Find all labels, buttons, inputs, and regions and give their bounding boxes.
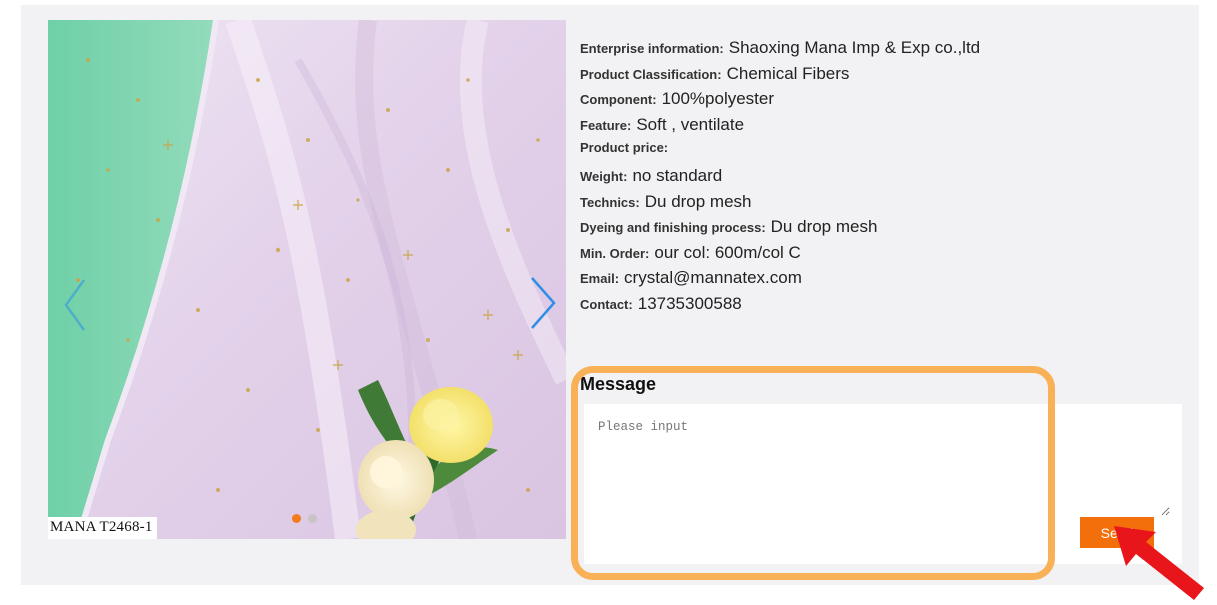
info-row-technics: Technics: Du drop mesh	[580, 192, 1190, 218]
carousel-dot-1[interactable]	[292, 514, 301, 523]
info-label: Component	[580, 92, 653, 108]
info-value: no standard	[632, 165, 723, 185]
chevron-left-icon	[64, 279, 86, 331]
info-row-email: Email: crystal@mannatex.com	[580, 268, 1190, 294]
info-label: Weight	[580, 168, 624, 184]
image-caption: MANA T2468-1	[48, 517, 157, 539]
info-row-component: Component:100%polyester	[580, 89, 1190, 115]
info-label: Dyeing and finishing process	[580, 220, 762, 236]
info-row-dyeing: Dyeing and finishing process: Du drop mes…	[580, 217, 1190, 243]
info-row-feature: Feature: Soft , ventilate	[580, 115, 1190, 141]
info-row-enterprise: Enterprise information: Shaoxing Mana Imp…	[580, 38, 1190, 64]
info-value: Shaoxing Mana Imp & Exp co.,ltd	[728, 38, 981, 57]
info-separator: :	[717, 66, 722, 82]
message-title: Message	[580, 374, 657, 394]
info-label: Product price	[580, 140, 664, 156]
info-label: Email	[580, 271, 615, 287]
info-separator: :	[645, 245, 650, 261]
info-separator: :	[628, 296, 633, 312]
info-label: Min. Order	[580, 245, 646, 261]
info-separator: :	[719, 41, 724, 56]
info-value: 13735300588	[637, 293, 742, 313]
send-button[interactable]: Send	[1080, 517, 1154, 548]
carousel-dot-2[interactable]	[308, 514, 317, 523]
info-separator: :	[663, 140, 669, 156]
info-value: 100%polyester	[661, 89, 775, 109]
product-info-list: Enterprise information: Shaoxing Mana Imp…	[580, 38, 1190, 320]
product-image-carousel[interactable]: MANA T2468-1	[48, 20, 566, 539]
carousel-prev-button[interactable]	[56, 270, 96, 340]
info-value: Chemical Fibers	[726, 63, 850, 83]
carousel-indicators	[292, 514, 317, 523]
info-label: Technics	[580, 194, 636, 210]
info-label: Feature	[580, 117, 627, 133]
info-separator: :	[635, 194, 640, 210]
info-row-price: Product price:	[580, 140, 1190, 166]
info-separator: :	[626, 117, 632, 133]
info-row-weight: Weight: no standard	[580, 166, 1190, 192]
info-label: Contact	[580, 296, 629, 312]
info-label: Enterprise information	[580, 41, 720, 56]
info-value: Soft , ventilate	[636, 114, 745, 134]
info-row-classification: Product Classification: Chemical Fibers	[580, 64, 1190, 90]
info-row-min_order: Min. Order: our col: 600m/col C	[580, 243, 1190, 269]
info-separator: :	[761, 220, 766, 236]
info-separator: :	[623, 168, 628, 184]
chevron-right-icon	[531, 277, 556, 329]
info-separator: :	[652, 92, 657, 108]
info-value: Du drop mesh	[644, 191, 752, 211]
carousel-next-button[interactable]	[524, 270, 564, 340]
info-label: Product Classification	[580, 66, 718, 82]
info-value: our col: 600m/col C	[654, 242, 801, 262]
info-value: crystal@mannatex.com	[624, 268, 802, 288]
info-separator: :	[614, 271, 620, 287]
message-form: Send	[584, 404, 1182, 564]
message-input[interactable]	[598, 420, 1170, 516]
info-value: Du drop mesh	[770, 217, 878, 237]
info-row-contact: Contact:13735300588	[580, 294, 1190, 320]
product-image	[48, 20, 566, 539]
